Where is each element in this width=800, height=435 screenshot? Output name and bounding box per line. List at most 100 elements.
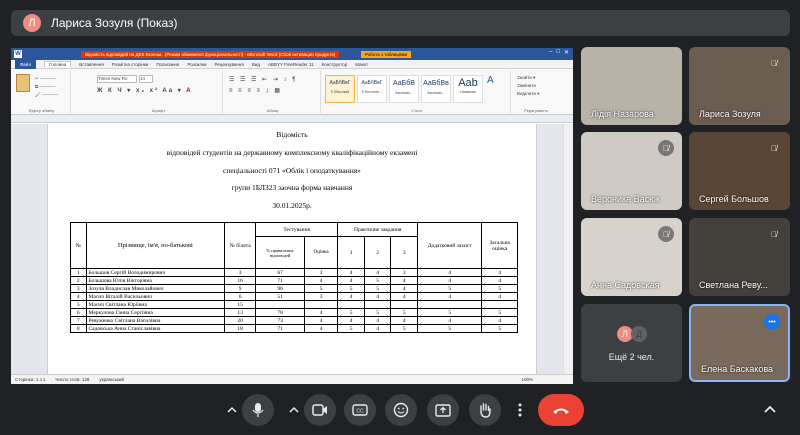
copy-icon[interactable]: ⧉ ───── <box>35 83 58 91</box>
video-options-button[interactable] <box>284 394 304 426</box>
cell-extra <box>417 300 483 309</box>
cell-extra: 4 <box>417 276 483 285</box>
word-logo-icon: W <box>14 50 22 58</box>
chevron-up-icon <box>289 406 299 413</box>
cell-ticket: 15 <box>224 300 257 309</box>
cell-ticket: 20 <box>224 316 257 325</box>
document-area: Відомість відповідей студентів на держав… <box>11 124 573 374</box>
cell-n: 8 <box>70 324 87 333</box>
cell-p1: 4 <box>337 316 365 325</box>
microphone-icon <box>252 403 264 417</box>
paste-icon[interactable] <box>16 74 30 92</box>
style-heading-1[interactable]: АаБбВ Заголово... <box>389 75 419 103</box>
tab-insert[interactable]: Вставлення <box>79 62 104 67</box>
more-options-button[interactable] <box>510 394 530 426</box>
speaking-indicator-icon: ••• <box>764 314 780 330</box>
cell-overall: 4 <box>481 292 518 301</box>
end-call-button[interactable] <box>538 394 584 426</box>
participant-tile[interactable]: 🎙̸ Светлана Реву... <box>689 218 790 296</box>
cell-n: 3 <box>70 284 87 293</box>
audio-options-button[interactable] <box>222 394 242 426</box>
close-icon[interactable]: ✕ <box>564 49 569 56</box>
group-label-clipboard: Буфер обміну <box>28 108 55 113</box>
present-button[interactable] <box>427 394 459 426</box>
clipboard-group: ✂ ───── ⧉ ───── 🖌 ───── Буфер обміну <box>13 71 71 113</box>
tab-file[interactable]: Файл <box>15 59 37 69</box>
expand-button[interactable] <box>763 401 777 419</box>
find-button[interactable]: Знайти ▾ <box>517 74 539 82</box>
camera-button[interactable] <box>304 394 336 426</box>
font-format-buttons[interactable]: Ж К Ч ▾ x₂ x² Aa ▾ A <box>97 87 193 94</box>
participant-tile[interactable]: Лідія Назарова <box>581 47 682 125</box>
cell-grade <box>303 300 339 309</box>
cell-ticket: 3 <box>224 268 257 277</box>
tab-abbyy[interactable]: ABBYY FineReader 11 <box>268 62 314 67</box>
presentation-header: Л Лариса Зозуля (Показ) <box>11 10 790 36</box>
emoji-button[interactable] <box>385 394 417 426</box>
cell-p1 <box>337 300 365 309</box>
tab-layout[interactable]: Розмітка сторінки <box>112 62 149 67</box>
cell-p2: 4 <box>363 292 392 301</box>
participant-tile[interactable]: 🎙̸ Анна Садовская <box>581 218 682 296</box>
chevron-up-icon <box>764 405 776 413</box>
col-p2: 2 <box>363 236 392 269</box>
table-row: 2 Большова Юлія Вікторівна 16 71 4 4 5 4 4 4 <box>70 276 518 285</box>
tab-home[interactable]: Головна <box>44 61 72 67</box>
raise-hand-button[interactable] <box>469 394 501 426</box>
cell-ticket: 6 <box>224 292 257 301</box>
style-title[interactable]: Aab Название <box>453 75 483 103</box>
tab-mailings[interactable]: Розсилки <box>187 62 206 67</box>
participant-tile[interactable]: 🎙̸ Лариса Зозуля <box>689 47 790 125</box>
participant-tile[interactable]: 🎙̸ Сергей Большов <box>689 132 790 210</box>
cell-name: Большов Сергій Володимирович <box>85 268 226 277</box>
cell-n: 2 <box>70 276 87 285</box>
style-heading-2[interactable]: АаБбВв Заголово... <box>421 75 451 103</box>
cell-extra: 5 <box>417 324 483 333</box>
format-painter-icon[interactable]: 🖌 ───── <box>35 91 58 99</box>
participant-tile[interactable]: 🎙̸ Вероника Васюк <box>581 132 682 210</box>
cell-p2: 4 <box>363 324 392 333</box>
word-title-bar: W Відомість відповідей на ДЕК Економ...(… <box>11 48 573 60</box>
cell-grade: 4 <box>303 308 339 317</box>
cell-grade: 3 <box>303 292 339 301</box>
align-buttons[interactable]: ≡ ≡ ≡ ≡ ↨ ▦ <box>229 87 282 94</box>
cell-p1: 4 <box>337 268 365 277</box>
status-bar: Сторінка: 1 з 1 Число слов: 128 українсь… <box>11 374 573 384</box>
cell-extra: 5 <box>417 284 483 293</box>
participant-name: Сергей Большов <box>699 194 769 204</box>
mic-off-icon: 🎙̸ <box>658 140 674 156</box>
change-styles-icon[interactable]: A <box>487 75 494 86</box>
paragraph-buttons[interactable]: ☰ ☰ ☰ ⇤ ⇥ ↕ ¶ <box>229 76 297 83</box>
cell-overall: 5 <box>481 324 518 333</box>
cell-pct: 96 <box>255 284 305 293</box>
tab-table-layout[interactable]: Макет <box>355 62 368 67</box>
word-window-title: Відомість відповідей на ДЕК Економ...(Ре… <box>81 50 340 58</box>
tab-review[interactable]: Рецензування <box>215 62 244 67</box>
tab-references[interactable]: Посилання <box>156 62 179 67</box>
cut-icon[interactable]: ✂ ───── <box>35 75 58 83</box>
style-no-spacing[interactable]: АаБбВвГ ¶ Без инте... <box>357 75 387 103</box>
cell-n: 1 <box>70 268 87 277</box>
font-size-select[interactable]: 14 <box>139 75 153 83</box>
zoom-level[interactable]: 100% <box>521 377 533 382</box>
cell-overall: 5 <box>481 308 518 317</box>
table-row: 7 Ревуженко Світлана Василівна 20 73 4 4 4 4 4 4 <box>70 316 518 325</box>
maximize-icon[interactable]: □ <box>556 49 560 56</box>
participant-name: Лариса Зозуля <box>699 109 761 119</box>
col-extra: Додатковий захист <box>417 222 483 269</box>
participant-tile-active[interactable]: ••• Елена Баскакова <box>689 304 790 382</box>
font-name-select[interactable]: Times New Ro <box>97 75 137 83</box>
more-participants-tile[interactable]: Л Д Ещё 2 чел. <box>581 304 682 382</box>
vertical-scrollbar[interactable] <box>563 124 573 374</box>
tab-view[interactable]: Вид <box>252 62 260 67</box>
cell-p3 <box>390 300 419 309</box>
mic-off-icon: 🎙̸ <box>658 226 674 242</box>
tab-design[interactable]: Конструктор <box>322 62 348 67</box>
microphone-button[interactable] <box>242 394 274 426</box>
presenter-avatar: Л <box>23 14 41 32</box>
minimize-icon[interactable]: – <box>549 49 552 56</box>
captions-button[interactable]: CC <box>344 394 376 426</box>
style-normal[interactable]: АаБбВвГ ¶ Обычный <box>325 75 355 103</box>
replace-button[interactable]: Замінити <box>517 82 539 90</box>
select-button[interactable]: Виділити ▾ <box>517 90 539 98</box>
